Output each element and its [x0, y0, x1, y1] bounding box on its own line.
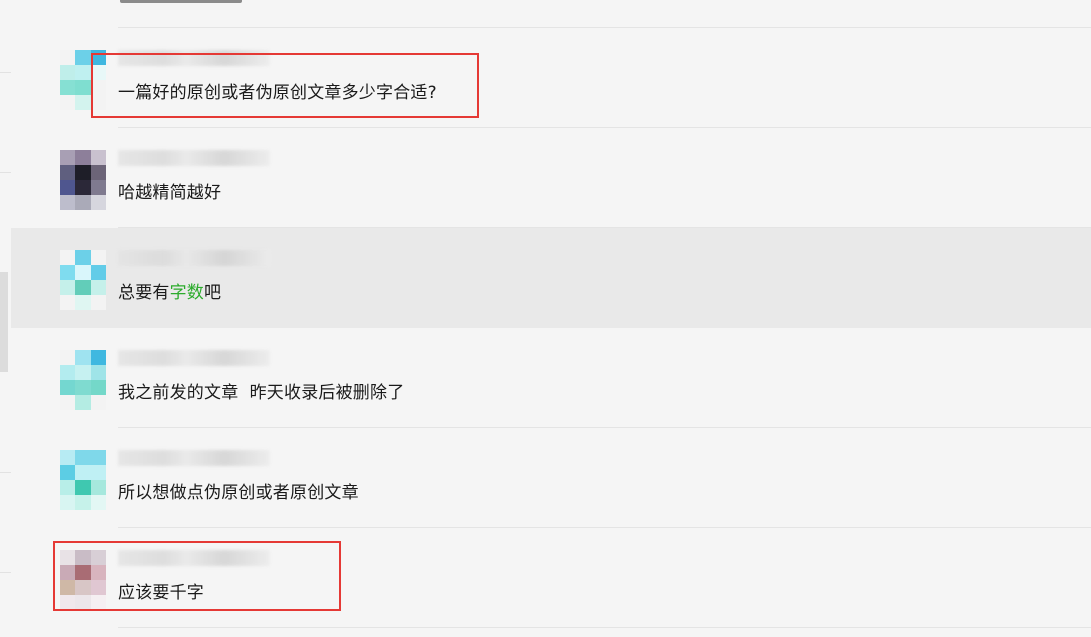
avatar-pixel	[90, 380, 106, 395]
left-panel-edge	[0, 0, 11, 637]
avatar-pixel	[75, 250, 91, 265]
annotation-box	[53, 541, 341, 611]
avatar-pixel	[90, 395, 106, 410]
avatar-pixel	[75, 195, 91, 210]
avatar-pixel	[60, 180, 76, 195]
avatar-pixel	[75, 465, 91, 480]
avatar-pixel	[75, 280, 91, 295]
avatar-pixel	[90, 350, 106, 365]
avatar-pixel	[60, 395, 76, 410]
message-list: 一篇好的原创或者伪原创文章多少字合适? 哈越精简越好 总要有字数吧 我之前发的文…	[11, 28, 1091, 628]
message-item-selected[interactable]: 总要有字数吧	[11, 228, 1091, 328]
row-divider	[118, 627, 1091, 628]
avatar-pixel	[90, 280, 106, 295]
left-panel-divider	[0, 472, 11, 473]
avatar-pixel	[75, 380, 91, 395]
avatar-pixel	[60, 480, 76, 495]
avatar-pixel	[75, 295, 91, 310]
avatar-pixel	[75, 395, 91, 410]
avatar-pixel	[60, 195, 76, 210]
avatar-pixel	[75, 50, 91, 65]
annotation-box	[91, 53, 479, 118]
left-panel-divider	[0, 572, 11, 573]
message-text: 哈越精简越好	[118, 183, 222, 203]
avatar[interactable]	[60, 250, 106, 310]
chat-history-window: 一篇好的原创或者伪原创文章多少字合适? 哈越精简越好 总要有字数吧 我之前发的文…	[0, 0, 1091, 637]
avatar-pixel	[75, 495, 91, 510]
avatar-pixel	[90, 150, 106, 165]
message-item[interactable]: 我之前发的文章 昨天收录后被删除了	[11, 328, 1091, 428]
message-item[interactable]: 哈越精简越好	[11, 128, 1091, 228]
avatar-pixel	[90, 365, 106, 380]
avatar-pixel	[60, 80, 76, 95]
message-text: 所以想做点伪原创或者原创文章	[118, 483, 359, 503]
avatar-pixel	[60, 280, 76, 295]
avatar-pixel	[60, 150, 76, 165]
avatar-pixel	[90, 465, 106, 480]
avatar-pixel	[75, 350, 91, 365]
avatar-pixel	[75, 365, 91, 380]
sender-name-blurred	[118, 450, 270, 466]
avatar-pixel	[60, 265, 76, 280]
avatar-pixel	[90, 480, 106, 495]
avatar[interactable]	[60, 450, 106, 510]
avatar-pixel	[60, 250, 76, 265]
avatar-pixel	[90, 250, 106, 265]
avatar-pixel	[60, 65, 76, 80]
avatar-pixel	[60, 165, 76, 180]
avatar-pixel	[75, 95, 91, 110]
message-text-part: 吧	[204, 283, 222, 303]
avatar-pixel	[90, 180, 106, 195]
sender-name-blurred	[118, 150, 270, 166]
message-text: 总要有字数吧	[118, 278, 221, 303]
left-panel-scrollbar[interactable]	[0, 272, 8, 372]
avatar-pixel	[60, 380, 76, 395]
avatar-pixel	[75, 65, 91, 80]
left-panel-divider	[0, 172, 11, 173]
message-text-part: 总要有	[118, 283, 170, 303]
avatar-pixel	[60, 50, 76, 65]
avatar[interactable]	[60, 150, 106, 210]
avatar-pixel	[60, 495, 76, 510]
avatar[interactable]	[60, 350, 106, 410]
message-text: 我之前发的文章 昨天收录后被删除了	[118, 383, 405, 403]
sender-name-blurred	[118, 350, 270, 366]
sender-name-blurred	[118, 250, 270, 266]
previous-image-preview[interactable]	[120, 0, 242, 3]
avatar-pixel	[75, 480, 91, 495]
avatar-pixel	[60, 95, 76, 110]
left-panel-divider	[0, 72, 11, 73]
avatar-pixel	[75, 180, 91, 195]
avatar-pixel	[75, 80, 91, 95]
avatar-pixel	[90, 265, 106, 280]
avatar-pixel	[75, 150, 91, 165]
avatar-pixel	[75, 265, 91, 280]
avatar-pixel	[90, 495, 106, 510]
avatar-pixel	[90, 165, 106, 180]
avatar-pixel	[75, 165, 91, 180]
avatar-pixel	[60, 295, 76, 310]
avatar-pixel	[90, 195, 106, 210]
avatar-pixel	[90, 450, 106, 465]
keyword-highlight[interactable]: 字数	[170, 283, 204, 303]
avatar-pixel	[75, 450, 91, 465]
avatar-pixel	[60, 365, 76, 380]
message-item[interactable]: 所以想做点伪原创或者原创文章	[11, 428, 1091, 528]
avatar-pixel	[60, 450, 76, 465]
avatar-pixel	[60, 350, 76, 365]
avatar-pixel	[90, 295, 106, 310]
avatar-pixel	[60, 465, 76, 480]
